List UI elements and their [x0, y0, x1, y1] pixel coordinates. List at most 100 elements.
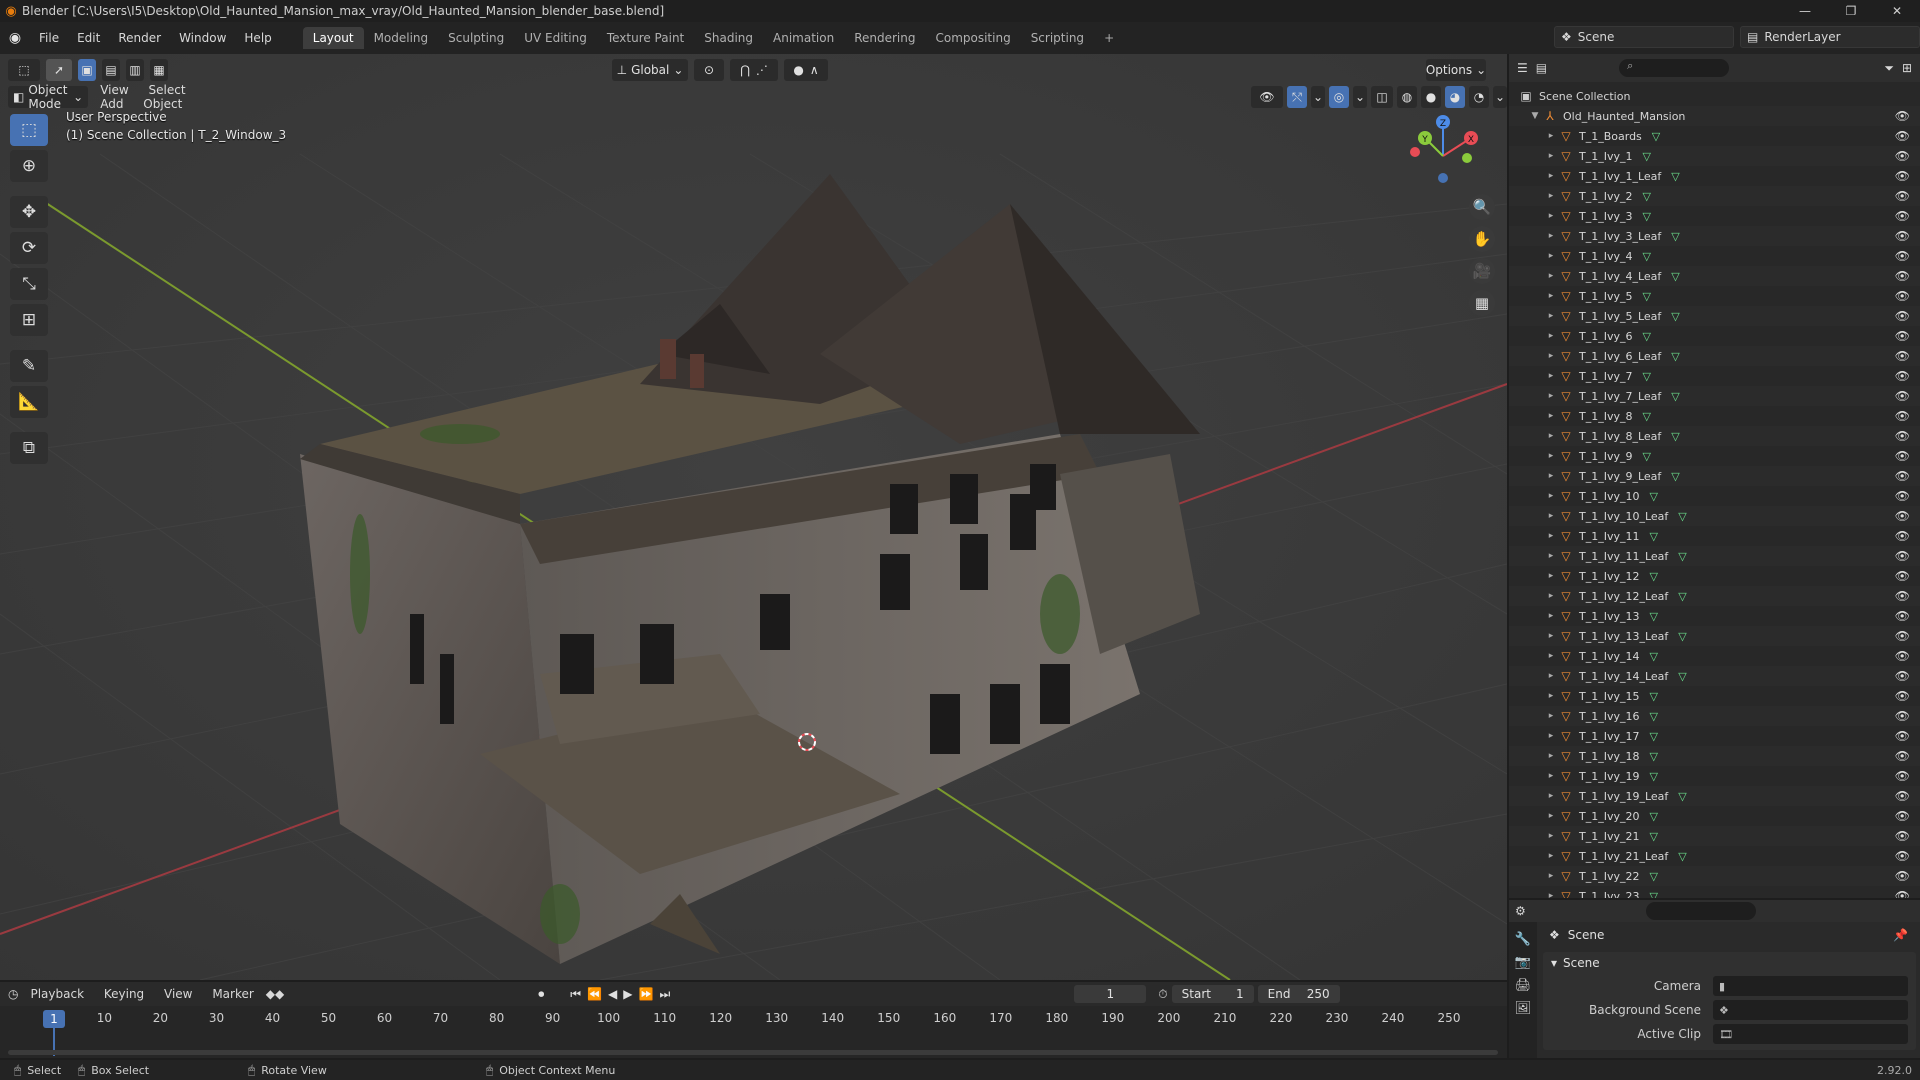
- shading-dropdown[interactable]: ⌄: [1493, 86, 1507, 108]
- tool-tab-icon[interactable]: 🔧: [1515, 932, 1531, 947]
- visibility-eye-icon[interactable]: 👁: [1895, 489, 1910, 503]
- outliner-object-row[interactable]: ▸ ▽ T_1_Boards ▽ 👁: [1509, 126, 1920, 146]
- mesh-data-icon[interactable]: ▽: [1642, 190, 1650, 203]
- outliner-object-row[interactable]: ▸ ▽ T_1_Ivy_11 ▽ 👁: [1509, 526, 1920, 546]
- visibility-eye-icon[interactable]: 👁: [1895, 329, 1910, 343]
- visibility-eye-icon[interactable]: 👁: [1895, 769, 1910, 783]
- timeline-menu-playback[interactable]: Playback: [22, 987, 92, 1001]
- menu-help[interactable]: Help: [235, 28, 280, 48]
- outliner-object-row[interactable]: ▸ ▽ T_1_Ivy_21 ▽ 👁: [1509, 826, 1920, 846]
- select-box-tool[interactable]: ⬚: [10, 114, 48, 146]
- background-scene-field[interactable]: ❖: [1713, 1000, 1908, 1020]
- outliner-object-row[interactable]: ▸ ▽ T_1_Ivy_22 ▽ 👁: [1509, 866, 1920, 886]
- mesh-data-icon[interactable]: ▽: [1678, 670, 1686, 683]
- expand-arrow-icon[interactable]: ▸: [1545, 191, 1557, 201]
- expand-arrow-icon[interactable]: ▸: [1545, 391, 1557, 401]
- tab-layout[interactable]: Layout: [302, 27, 364, 49]
- outliner-object-row[interactable]: ▸ ▽ T_1_Ivy_23 ▽ 👁: [1509, 886, 1920, 898]
- shading-rendered-button[interactable]: ◔: [1469, 86, 1489, 108]
- outliner-collection[interactable]: ▼ ⅄ Old_Haunted_Mansion 👁: [1509, 106, 1920, 126]
- visibility-eye-icon[interactable]: 👁: [1895, 829, 1910, 843]
- visibility-eye-icon[interactable]: 👁: [1895, 729, 1910, 743]
- outliner-object-row[interactable]: ▸ ▽ T_1_Ivy_12 ▽ 👁: [1509, 566, 1920, 586]
- mesh-data-icon[interactable]: ▽: [1671, 350, 1679, 363]
- gizmo-toggle[interactable]: ⤲: [1287, 86, 1307, 108]
- expand-arrow-icon[interactable]: ▸: [1545, 371, 1557, 381]
- outliner-object-row[interactable]: ▸ ▽ T_1_Ivy_10 ▽ 👁: [1509, 486, 1920, 506]
- expand-arrow-icon[interactable]: ▸: [1545, 851, 1557, 861]
- mesh-data-icon[interactable]: ▽: [1649, 530, 1657, 543]
- expand-arrow-icon[interactable]: ▸: [1545, 831, 1557, 841]
- outliner-object-row[interactable]: ▸ ▽ T_1_Ivy_4_Leaf ▽ 👁: [1509, 266, 1920, 286]
- expand-arrow-icon[interactable]: ▸: [1545, 531, 1557, 541]
- visibility-eye-icon[interactable]: 👁: [1895, 169, 1910, 183]
- move-tool[interactable]: ✥: [10, 196, 48, 228]
- mesh-data-icon[interactable]: ▽: [1649, 890, 1657, 899]
- keyframe-diamond-icon[interactable]: ◆◆: [266, 987, 284, 1001]
- mesh-data-icon[interactable]: ▽: [1649, 610, 1657, 623]
- expand-arrow-icon[interactable]: ▸: [1545, 411, 1557, 421]
- expand-arrow-icon[interactable]: ▸: [1545, 731, 1557, 741]
- expand-arrow-icon[interactable]: ▸: [1545, 871, 1557, 881]
- expand-arrow-icon[interactable]: ▸: [1545, 651, 1557, 661]
- tab-scripting[interactable]: Scripting: [1021, 27, 1094, 49]
- outliner-object-row[interactable]: ▸ ▽ T_1_Ivy_13 ▽ 👁: [1509, 606, 1920, 626]
- expand-arrow-icon[interactable]: ▸: [1545, 431, 1557, 441]
- mesh-data-icon[interactable]: ▽: [1671, 170, 1679, 183]
- timeline-scrollbar[interactable]: [8, 1050, 1498, 1055]
- menu-window[interactable]: Window: [170, 28, 235, 48]
- visibility-eye-icon[interactable]: 👁: [1895, 269, 1910, 283]
- tab-texture-paint[interactable]: Texture Paint: [597, 27, 694, 49]
- jump-end-icon[interactable]: ⏭: [659, 987, 670, 1002]
- mesh-data-icon[interactable]: ▽: [1671, 390, 1679, 403]
- annotate-tool[interactable]: ✎: [10, 350, 48, 382]
- mesh-data-icon[interactable]: ▽: [1678, 510, 1686, 523]
- outliner-object-row[interactable]: ▸ ▽ T_1_Ivy_4 ▽ 👁: [1509, 246, 1920, 266]
- visibility-eye-icon[interactable]: 👁: [1895, 609, 1910, 623]
- visibility-eye-icon[interactable]: 👁: [1895, 389, 1910, 403]
- outliner-object-row[interactable]: ▸ ▽ T_1_Ivy_3 ▽ 👁: [1509, 206, 1920, 226]
- expand-arrow-icon[interactable]: ▸: [1545, 711, 1557, 721]
- visibility-eye-icon[interactable]: 👁: [1895, 749, 1910, 763]
- expand-arrow-icon[interactable]: ▸: [1545, 211, 1557, 221]
- mesh-data-icon[interactable]: ▽: [1642, 330, 1650, 343]
- outliner-search-input[interactable]: ⌕: [1619, 59, 1730, 77]
- shading-material-button[interactable]: ◕: [1445, 86, 1465, 108]
- outliner-object-row[interactable]: ▸ ▽ T_1_Ivy_5_Leaf ▽ 👁: [1509, 306, 1920, 326]
- selection-extend-button[interactable]: ▤: [102, 59, 120, 81]
- mesh-data-icon[interactable]: ▽: [1671, 230, 1679, 243]
- tab-modeling[interactable]: Modeling: [364, 27, 439, 49]
- pivot-point-dropdown[interactable]: ⊙: [694, 59, 724, 81]
- tab-sculpting[interactable]: Sculpting: [438, 27, 514, 49]
- end-frame-field[interactable]: End 250: [1257, 985, 1340, 1003]
- outliner-object-row[interactable]: ▸ ▽ T_1_Ivy_7_Leaf ▽ 👁: [1509, 386, 1920, 406]
- outliner-object-row[interactable]: ▸ ▽ T_1_Ivy_21_Leaf ▽ 👁: [1509, 846, 1920, 866]
- mesh-data-icon[interactable]: ▽: [1642, 210, 1650, 223]
- outliner-object-row[interactable]: ▸ ▽ T_1_Ivy_18 ▽ 👁: [1509, 746, 1920, 766]
- visibility-eye-icon[interactable]: 👁: [1895, 289, 1910, 303]
- outliner-object-row[interactable]: ▸ ▽ T_1_Ivy_1 ▽ 👁: [1509, 146, 1920, 166]
- render-tab-icon[interactable]: 📷: [1515, 955, 1531, 970]
- visibility-eye-icon[interactable]: 👁: [1895, 529, 1910, 543]
- visibility-eye-icon[interactable]: 👁: [1895, 409, 1910, 423]
- visibility-eye-icon[interactable]: 👁: [1895, 209, 1910, 223]
- tab-uv-editing[interactable]: UV Editing: [514, 27, 597, 49]
- outliner-object-row[interactable]: ▸ ▽ T_1_Ivy_11_Leaf ▽ 👁: [1509, 546, 1920, 566]
- mesh-data-icon[interactable]: ▽: [1649, 750, 1657, 763]
- visibility-eye-icon[interactable]: 👁: [1895, 229, 1910, 243]
- visibility-eye-icon[interactable]: 👁: [1895, 449, 1910, 463]
- scene-panel-header[interactable]: ▾ Scene: [1543, 952, 1916, 974]
- visibility-eye-icon[interactable]: 👁: [1895, 869, 1910, 883]
- visibility-eye-icon[interactable]: 👁: [1895, 109, 1910, 123]
- menu-render[interactable]: Render: [109, 28, 170, 48]
- visibility-eye-icon[interactable]: 👁: [1895, 569, 1910, 583]
- outliner-object-row[interactable]: ▸ ▽ T_1_Ivy_19_Leaf ▽ 👁: [1509, 786, 1920, 806]
- outliner-object-row[interactable]: ▸ ▽ T_1_Ivy_20 ▽ 👁: [1509, 806, 1920, 826]
- visibility-eye-icon[interactable]: 👁: [1895, 349, 1910, 363]
- expand-arrow-icon[interactable]: ▸: [1545, 171, 1557, 181]
- prev-keyframe-icon[interactable]: ⏪: [587, 987, 602, 1002]
- expand-arrow-icon[interactable]: ▸: [1545, 571, 1557, 581]
- mesh-data-icon[interactable]: ▽: [1642, 410, 1650, 423]
- expand-arrow-icon[interactable]: ▸: [1545, 351, 1557, 361]
- pan-hand-icon[interactable]: ✋: [1469, 226, 1495, 252]
